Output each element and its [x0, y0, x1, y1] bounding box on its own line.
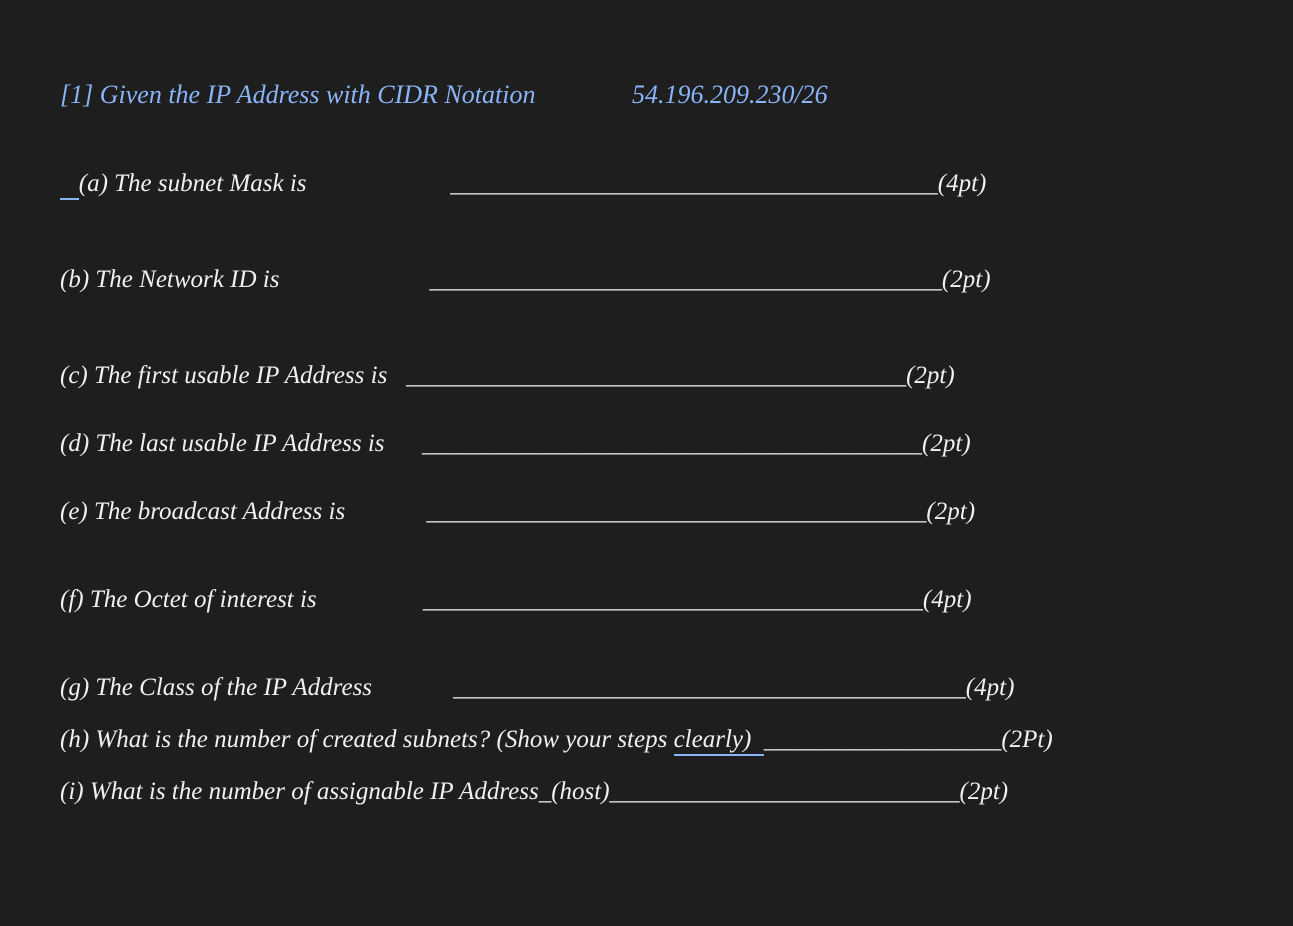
q-e-label: (e) The broadcast Address is — [60, 498, 426, 526]
q-e-points: (2pt) — [926, 498, 975, 526]
q-f-label: (f) The Octet of interest is — [60, 586, 423, 614]
q-f-blank: ________________________________________ — [423, 586, 923, 614]
q-b-label: (b) The Network ID is — [60, 266, 429, 294]
q-h-label: (h) What is the number of created subnet… — [60, 726, 764, 754]
q-g-label: (g) The Class of the IP Address — [60, 674, 453, 702]
question-e: (e) The broadcast Address is ___________… — [60, 498, 1233, 526]
q-c-points: (2pt) — [906, 362, 955, 390]
q-g-blank: ________________________________________… — [453, 674, 966, 702]
q-h-blank: ___________________ — [764, 726, 1002, 754]
title-prefix: [1] Given the IP Address with CIDR Notat… — [60, 80, 535, 110]
q-d-blank: ________________________________________ — [422, 430, 922, 458]
q-a-points: (4pt) — [938, 170, 987, 198]
q-d-label: (d) The last usable IP Address is — [60, 430, 422, 458]
q-i-label: (i) What is the number of assignable IP … — [60, 778, 610, 806]
q-g-points: (4pt) — [966, 674, 1015, 702]
q-i-points: (2pt) — [960, 778, 1009, 806]
q-f-points: (4pt) — [923, 586, 972, 614]
question-title: [1] Given the IP Address with CIDR Notat… — [60, 80, 1233, 110]
q-i-blank: ____________________________ — [610, 778, 960, 806]
q-a-blank: _______________________________________ — [450, 170, 938, 198]
q-h-underlined: clearly) — [674, 726, 752, 756]
title-ip: 54.196.209.230/26 — [632, 80, 828, 110]
question-g: (g) The Class of the IP Address ________… — [60, 674, 1233, 702]
q-c-label: (c) The first usable IP Address is — [60, 362, 406, 390]
q-a-label: (a) The subnet Mask is — [60, 170, 450, 198]
q-i-mid: _(host) — [539, 778, 610, 805]
question-c: (c) The first usable IP Address is _____… — [60, 362, 1233, 390]
q-a-lead — [60, 170, 79, 200]
question-i: (i) What is the number of assignable IP … — [60, 778, 1233, 806]
question-d: (d) The last usable IP Address is ______… — [60, 430, 1233, 458]
q-e-blank: ________________________________________ — [426, 498, 926, 526]
q-d-points: (2pt) — [922, 430, 971, 458]
question-f: (f) The Octet of interest is ___________… — [60, 586, 1233, 614]
question-b: (b) The Network ID is __________________… — [60, 266, 1233, 294]
q-c-blank: ________________________________________ — [406, 362, 906, 390]
question-a: (a) The subnet Mask is _________________… — [60, 170, 1233, 198]
document-page: [1] Given the IP Address with CIDR Notat… — [0, 0, 1293, 890]
q-b-points: (2pt) — [942, 266, 991, 294]
q-h-points: (2Pt) — [1001, 726, 1052, 754]
q-b-blank: ________________________________________… — [429, 266, 942, 294]
question-h: (h) What is the number of created subnet… — [60, 726, 1233, 754]
